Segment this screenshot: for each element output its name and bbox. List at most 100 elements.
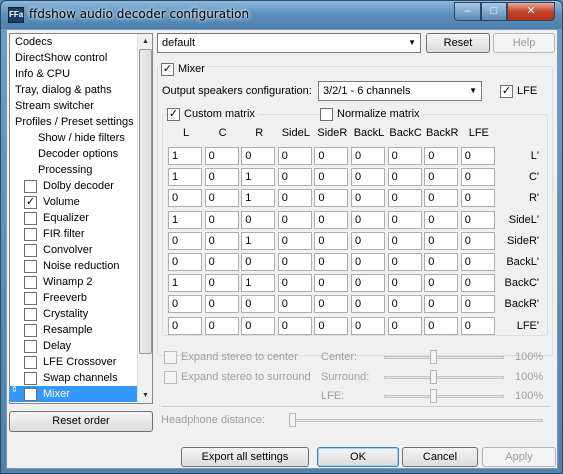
matrix-cell-input[interactable]: 0 xyxy=(424,189,459,208)
matrix-cell-input[interactable]: 0 xyxy=(424,316,459,335)
matrix-cell-input[interactable]: 0 xyxy=(277,210,312,229)
matrix-cell-input[interactable]: 0 xyxy=(314,316,349,335)
surround-slider[interactable] xyxy=(384,376,504,379)
filter-enable-checkbox[interactable] xyxy=(24,228,37,241)
matrix-cell-input[interactable]: 0 xyxy=(314,189,349,208)
mixer-enable-checkbox[interactable]: ✓ Mixer xyxy=(161,63,208,77)
minimize-button[interactable]: – xyxy=(454,2,481,21)
filter-enable-checkbox[interactable] xyxy=(24,244,37,257)
matrix-cell-input[interactable]: 0 xyxy=(168,253,202,271)
matrix-cell-input[interactable]: 0 xyxy=(351,274,385,293)
matrix-cell-input[interactable]: 0 xyxy=(314,295,349,314)
tree-item[interactable]: Dolby decoder xyxy=(10,178,137,194)
tree-item[interactable]: FIR filter xyxy=(10,226,137,242)
matrix-cell-input[interactable]: 1 xyxy=(241,168,276,187)
tree-item[interactable]: Equalizer xyxy=(10,210,137,226)
lfe-level-slider[interactable] xyxy=(384,395,504,398)
settings-tree[interactable]: Codecs DirectShow control Info & CPU Tray, … xyxy=(9,33,153,404)
tree-item[interactable]: DirectShow control xyxy=(10,50,137,66)
matrix-cell-input[interactable]: 0 xyxy=(241,210,276,229)
tree-item[interactable]: Processing xyxy=(10,162,137,178)
filter-enable-checkbox[interactable] xyxy=(24,212,37,225)
matrix-cell-input[interactable]: 0 xyxy=(351,316,385,335)
matrix-cell-input[interactable]: 0 xyxy=(204,189,239,208)
ok-button[interactable]: OK xyxy=(317,447,399,467)
matrix-cell-input[interactable]: 0 xyxy=(204,147,239,165)
tree-item[interactable]: Delay xyxy=(10,338,137,354)
matrix-cell-input[interactable]: 0 xyxy=(277,147,312,165)
tree-item[interactable]: Swap channels xyxy=(10,370,137,386)
reset-button[interactable]: Reset xyxy=(426,33,490,53)
scroll-up-arrow-icon[interactable]: ▲ xyxy=(138,34,152,49)
matrix-cell-input[interactable]: 0 xyxy=(424,147,459,165)
matrix-cell-input[interactable]: 0 xyxy=(277,316,312,335)
matrix-cell-input[interactable]: 0 xyxy=(314,168,349,187)
matrix-cell-input[interactable]: 0 xyxy=(204,274,239,293)
filter-enable-checkbox[interactable] xyxy=(24,372,37,385)
apply-button[interactable]: Apply xyxy=(482,447,556,467)
tree-item[interactable]: Noise reduction xyxy=(10,258,137,274)
filter-enable-checkbox[interactable] xyxy=(24,276,37,289)
reset-order-button[interactable]: Reset order xyxy=(9,411,153,432)
matrix-cell-input[interactable]: 1 xyxy=(168,168,202,187)
matrix-cell-input[interactable]: 0 xyxy=(424,295,459,314)
maximize-button[interactable]: □ xyxy=(481,2,507,21)
matrix-cell-input[interactable]: 0 xyxy=(314,147,349,165)
matrix-cell-input[interactable]: 0 xyxy=(387,253,422,271)
matrix-cell-input[interactable]: 0 xyxy=(204,295,239,314)
matrix-cell-input[interactable]: 0 xyxy=(351,147,385,165)
headphone-distance-slider-thumb[interactable] xyxy=(289,413,296,427)
expand-center-checkbox[interactable]: Expand stereo to center xyxy=(164,351,298,365)
filter-enable-checkbox[interactable] xyxy=(24,180,37,193)
tree-item[interactable]: OSD xyxy=(10,402,137,403)
matrix-cell-input[interactable]: 0 xyxy=(241,147,276,165)
speakers-config-combo[interactable]: 3/2/1 - 6 channels ▼ xyxy=(318,81,482,101)
filter-enable-checkbox[interactable] xyxy=(24,324,37,337)
scroll-down-arrow-icon[interactable]: ▼ xyxy=(138,388,152,403)
lfe-checkbox[interactable]: ✓ LFE xyxy=(500,85,537,99)
filter-enable-checkbox[interactable] xyxy=(24,308,37,321)
matrix-cell-input[interactable]: 0 xyxy=(387,189,422,208)
scroll-thumb[interactable] xyxy=(139,49,152,354)
matrix-cell-input[interactable]: 0 xyxy=(168,189,202,208)
matrix-cell-input[interactable]: 0 xyxy=(277,274,312,293)
cancel-button[interactable]: Cancel xyxy=(402,447,478,467)
tree-item[interactable]: Crystality xyxy=(10,306,137,322)
matrix-cell-input[interactable]: 0 xyxy=(204,231,239,250)
matrix-cell-input[interactable]: 0 xyxy=(424,210,459,229)
matrix-cell-input[interactable]: 0 xyxy=(168,316,202,335)
matrix-cell-input[interactable]: 1 xyxy=(168,210,202,229)
matrix-cell-input[interactable]: 0 xyxy=(351,210,385,229)
preset-combo[interactable]: default ▼ xyxy=(157,33,421,53)
reorder-arrows-icon[interactable]: ⇕ xyxy=(11,386,18,394)
lfe-level-slider-thumb[interactable] xyxy=(430,389,437,403)
matrix-cell-input[interactable]: 0 xyxy=(387,274,422,293)
matrix-cell-input[interactable]: 0 xyxy=(387,316,422,335)
tree-item[interactable]: Tray, dialog & paths xyxy=(10,82,137,98)
matrix-cell-input[interactable]: 0 xyxy=(351,253,385,271)
tree-item[interactable]: Profiles / Preset settings xyxy=(10,114,137,130)
matrix-cell-input[interactable]: 0 xyxy=(424,274,459,293)
tree-item[interactable]: ✓ Volume xyxy=(10,194,137,210)
custom-matrix-checkbox[interactable]: ✓ Custom matrix xyxy=(167,108,258,122)
tree-item[interactable]: Stream switcher xyxy=(10,98,137,114)
matrix-cell-input[interactable]: 0 xyxy=(460,295,495,314)
matrix-cell-input[interactable]: 0 xyxy=(351,189,385,208)
center-slider-thumb[interactable] xyxy=(430,350,437,364)
matrix-cell-input[interactable]: 0 xyxy=(241,295,276,314)
tree-item[interactable]: Codecs xyxy=(10,34,137,50)
matrix-cell-input[interactable]: 0 xyxy=(277,231,312,250)
tree-item[interactable]: Convolver xyxy=(10,242,137,258)
matrix-cell-input[interactable]: 0 xyxy=(387,168,422,187)
matrix-cell-input[interactable]: 0 xyxy=(204,253,239,271)
matrix-cell-input[interactable]: 1 xyxy=(241,189,276,208)
matrix-cell-input[interactable]: 0 xyxy=(387,210,422,229)
matrix-cell-input[interactable]: 0 xyxy=(460,189,495,208)
matrix-cell-input[interactable]: 0 xyxy=(351,168,385,187)
filter-enable-checkbox[interactable] xyxy=(24,340,37,353)
matrix-cell-input[interactable]: 0 xyxy=(460,316,495,335)
tree-item[interactable]: LFE Crossover xyxy=(10,354,137,370)
matrix-cell-input[interactable]: 0 xyxy=(277,189,312,208)
filter-enable-checkbox[interactable] xyxy=(24,292,37,305)
matrix-cell-input[interactable]: 0 xyxy=(460,168,495,187)
